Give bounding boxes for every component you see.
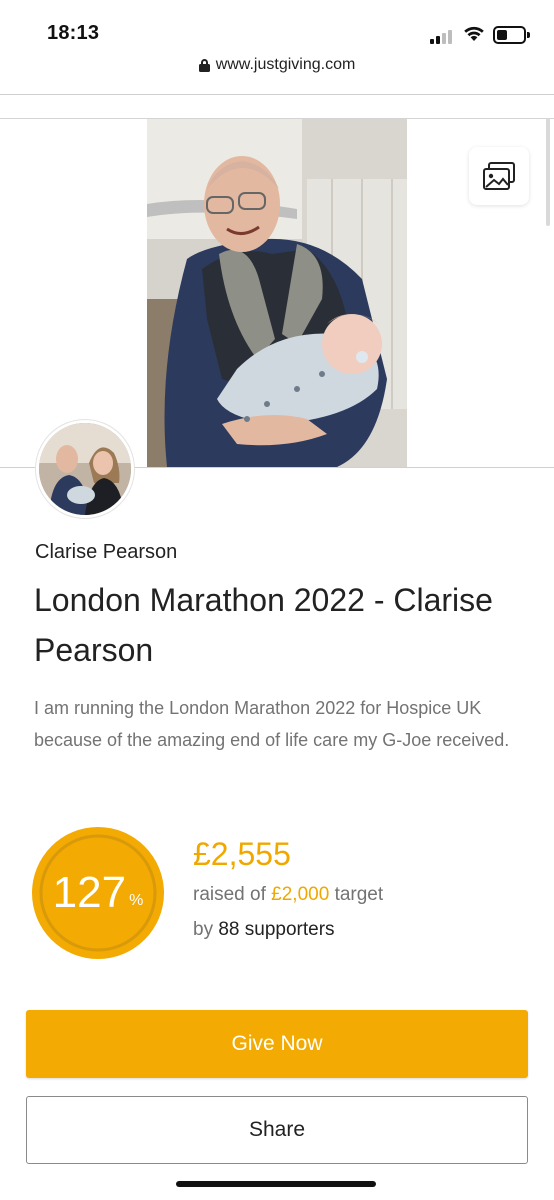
hero-photo[interactable] [147,119,407,467]
raised-prefix: raised of [193,884,266,905]
image-gallery-icon [483,162,515,190]
hero-photo-illustration [147,119,407,467]
lock-icon [198,58,210,72]
target-line: raised of £2,000 target [193,884,383,906]
status-time: 18:13 [47,22,100,44]
cellular-signal-icon [430,28,454,44]
url-text: www.justgiving.com [215,56,356,73]
supporters-prefix: by [193,919,214,940]
home-indicator[interactable] [176,1181,376,1187]
image-gallery-button[interactable] [469,147,529,205]
page-summary: I am running the London Marathon 2022 fo… [34,698,510,750]
battery-icon [493,26,530,44]
toolbar-divider [0,94,554,95]
supporters-count[interactable]: 88 supporters [218,919,334,940]
scrollbar[interactable] [546,118,550,226]
wifi-icon [464,26,484,41]
share-button[interactable]: Share [26,1096,528,1164]
give-now-button[interactable]: Give Now [26,1010,528,1078]
avatar-photo [39,423,131,515]
raised-amount: £2,555 [193,836,291,872]
status-bar: 18:13 [0,0,554,56]
progress-percent-symbol: % [129,892,144,909]
avatar [36,420,134,518]
target-suffix: target [334,884,384,905]
page-title: London Marathon 2022 - Clarise Pearson [34,582,493,668]
progress-percent-value: 127 [52,868,127,917]
progress-percentage: 127 % [31,826,165,960]
url-bar[interactable]: www.justgiving.com [0,56,554,84]
target-amount: £2,000 [271,884,330,905]
supporters-line: by 88 supporters [193,919,335,941]
owner-name[interactable]: Clarise Pearson [35,541,177,564]
